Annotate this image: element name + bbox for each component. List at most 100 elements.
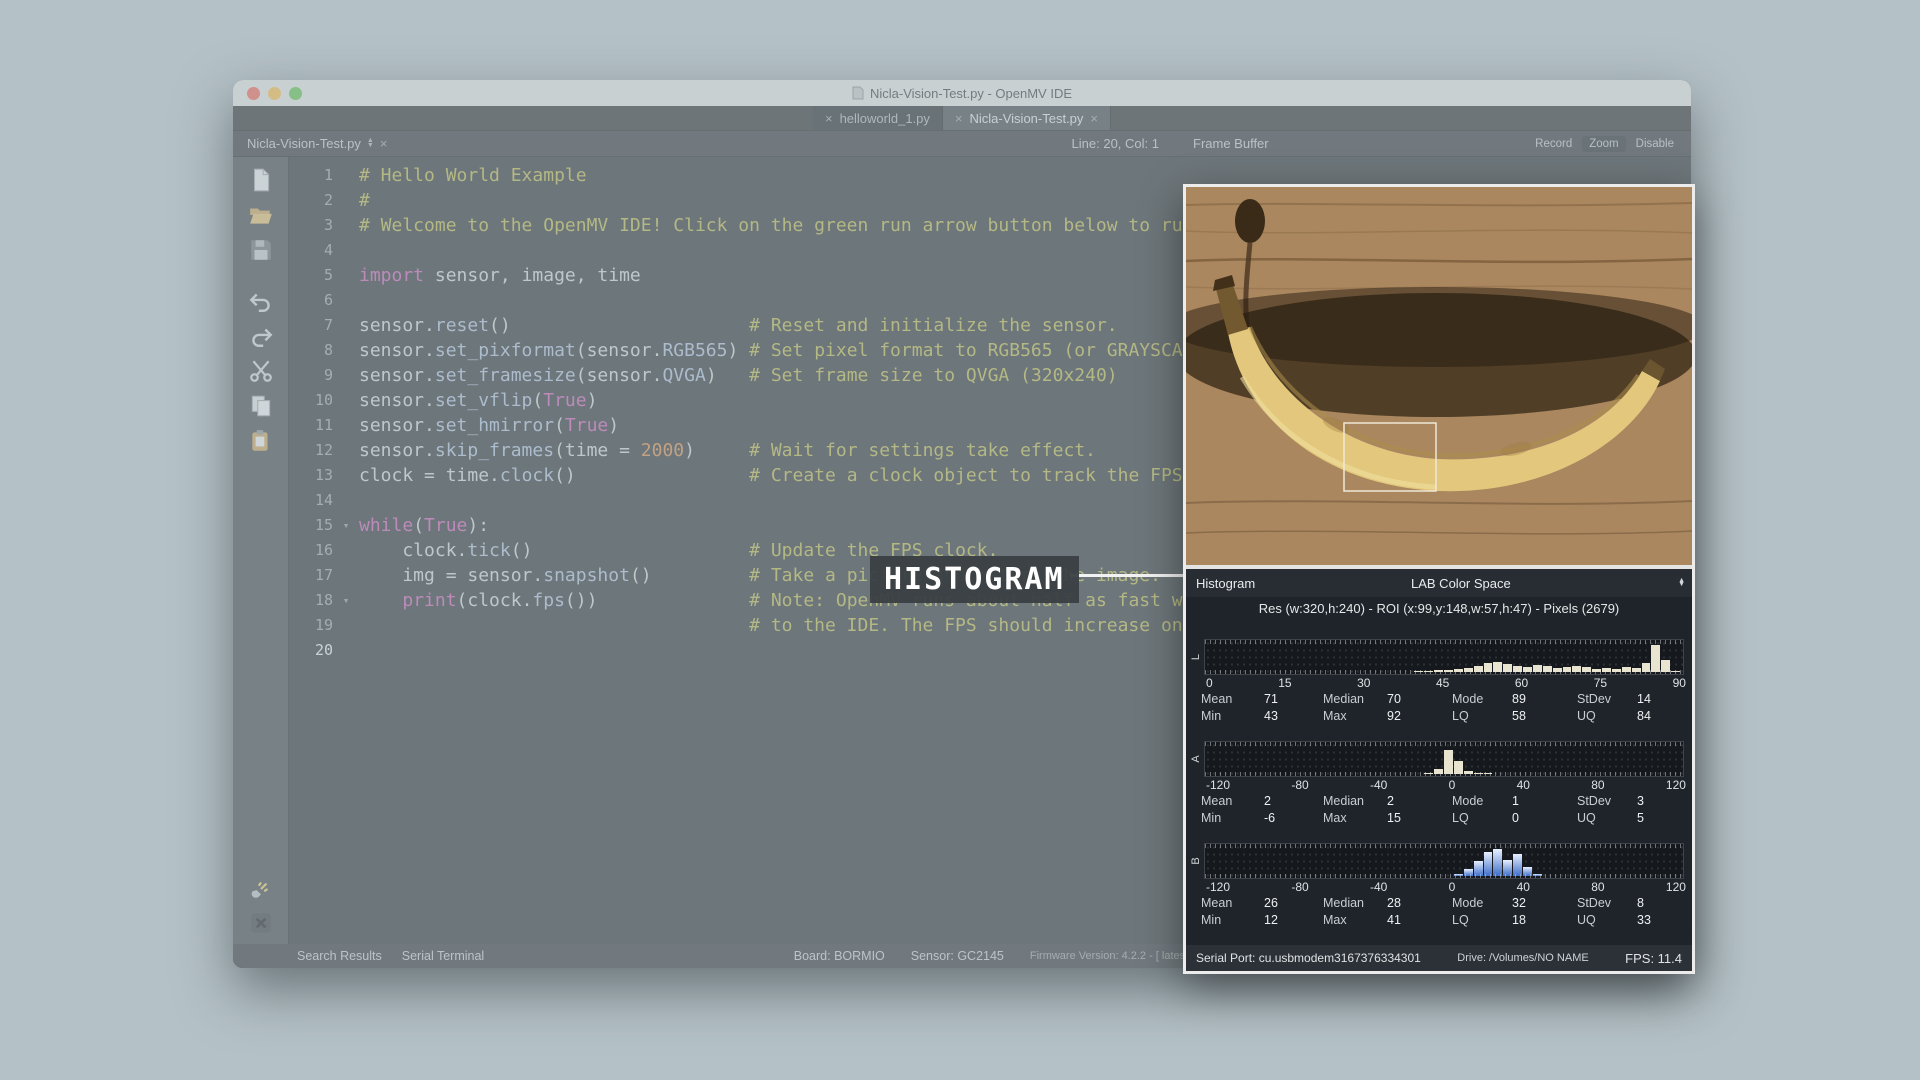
line-number: 6 [289,288,333,313]
document-nav-arrows-icon[interactable]: ▲▼ [367,139,374,147]
close-window-button[interactable] [247,87,260,100]
histogram-plot-B [1204,843,1684,879]
new-file-icon[interactable] [248,167,274,193]
frame-buffer-buttons: Record Zoom Disable [1528,136,1681,152]
histogram-callout-label: HISTOGRAM [870,556,1079,603]
fps-indicator: FPS: 11.4 [1625,951,1682,966]
line-number: 18 [289,588,333,613]
fold-gutter [333,163,359,188]
line-number: 9 [289,363,333,388]
copy-icon[interactable] [248,393,274,419]
side-toolbar-bottom [248,876,274,936]
save-file-icon[interactable] [248,237,274,263]
board-indicator: Board: BORMIO [794,949,885,963]
fold-gutter [333,213,359,238]
tab-helloworld[interactable]: × helloworld_1.py [813,106,943,130]
paste-icon[interactable] [248,428,274,454]
line-number: 1 [289,163,333,188]
cut-icon[interactable] [248,358,274,384]
tab-strip: × helloworld_1.py × Nicla-Vision-Test.py… [813,106,1111,130]
fold-gutter [333,263,359,288]
axis-labels: 0153045607590 [1186,675,1692,690]
minimize-window-button[interactable] [268,87,281,100]
channel-stats: Mean71Median70Mode89StDev14Min43Max92LQ5… [1186,690,1692,725]
line-number: 12 [289,438,333,463]
fold-gutter [333,188,359,213]
channel-stats: Mean26Median28Mode32StDev8Min12Max41LQ18… [1186,894,1692,929]
fold-gutter [333,438,359,463]
fold-marker-icon[interactable]: ▾ [333,588,359,613]
document-selector[interactable]: Nicla-Vision-Test.py ▲▼ × [247,136,387,151]
sensor-indicator: Sensor: GC2145 [911,949,1004,963]
fold-gutter [333,238,359,263]
frame-buffer-toolbar: Frame Buffer Record Zoom Disable [1183,131,1691,156]
histogram-channel-A: A-120-80-4004080120Mean2Median2Mode1StDe… [1186,741,1692,827]
histogram-header: Histogram LAB Color Space ▲▼ [1186,569,1692,597]
search-results-button[interactable]: Search Results [297,949,382,963]
statusbar-center: Board: BORMIO Sensor: GC2145 Firmware Ve… [794,949,1195,963]
fold-gutter [333,413,359,438]
line-number: 16 [289,538,333,563]
line-number: 19 [289,613,333,638]
open-file-icon[interactable] [248,202,274,228]
line-number: 11 [289,413,333,438]
zoom-window-button[interactable] [289,87,302,100]
frame-buffer-image[interactable] [1186,187,1692,565]
line-number: 3 [289,213,333,238]
fold-gutter [333,388,359,413]
close-icon[interactable]: × [825,112,833,125]
connect-icon[interactable] [248,876,274,902]
histogram-title: Histogram [1196,576,1255,591]
tab-label: helloworld_1.py [840,111,930,126]
fold-gutter [333,638,359,663]
colorspace-dropdown[interactable]: LAB Color Space [1411,576,1511,591]
line-col-indicator: Line: 20, Col: 1 [1072,136,1159,151]
tab-nicla-vision-test[interactable]: × Nicla-Vision-Test.py × [943,106,1111,130]
fold-marker-icon[interactable]: ▾ [333,513,359,538]
zoom-button[interactable]: Zoom [1582,136,1625,152]
line-number: 10 [289,388,333,413]
axis-labels: -120-80-4004080120 [1186,879,1692,894]
close-icon[interactable]: × [955,112,963,125]
serial-port-indicator: Serial Port: cu.usbmodem3167376334301 [1196,951,1421,965]
line-number: 20 [289,638,333,663]
line-number: 13 [289,463,333,488]
disable-button[interactable]: Disable [1629,136,1681,152]
disconnect-icon[interactable] [248,910,274,936]
serial-terminal-button[interactable]: Serial Terminal [402,949,484,963]
resolution-roi-info: Res (w:320,h:240) - ROI (x:99,y:148,w:57… [1186,597,1692,621]
window-title-group: Nicla-Vision-Test.py - OpenMV IDE [852,86,1072,101]
channel-label: L [1190,649,1202,665]
document-icon [852,86,864,100]
fold-gutter [333,538,359,563]
undo-icon[interactable] [248,288,274,314]
titlebar[interactable]: Nicla-Vision-Test.py - OpenMV IDE [233,80,1691,106]
colorspace-dropdown-arrows-icon[interactable]: ▲▼ [1678,579,1685,588]
callout-line [1070,574,1188,577]
document-tabbar: × helloworld_1.py × Nicla-Vision-Test.py… [233,106,1691,131]
channel-stats: Mean2Median2Mode1StDev3Min-6Max15LQ0UQ5 [1186,792,1692,827]
statusbar-left: Search Results Serial Terminal [245,949,484,963]
fold-gutter [333,613,359,638]
channel-label: A [1190,751,1202,767]
fold-gutter [333,363,359,388]
histogram-channel-L: L 0153045607590Mean71Median70Mode89StDev1… [1186,639,1692,725]
close-icon[interactable]: × [380,137,388,150]
fold-gutter [333,313,359,338]
histogram-channels: L 0153045607590Mean71Median70Mode89StDev1… [1186,621,1692,945]
editor-toolbar: Nicla-Vision-Test.py ▲▼ × Line: 20, Col:… [233,131,1691,157]
line-number: 17 [289,563,333,588]
panel-footer: Serial Port: cu.usbmodem3167376334301 Dr… [1186,945,1692,971]
close-icon[interactable]: × [1090,112,1098,125]
line-number: 15 [289,513,333,538]
line-number: 7 [289,313,333,338]
fold-gutter [333,463,359,488]
redo-icon[interactable] [248,323,274,349]
drive-indicator: Drive: /Volumes/NO NAME [1421,952,1625,964]
record-button[interactable]: Record [1528,136,1579,152]
histogram-channel-B: B-120-80-4004080120Mean26Median28Mode32S… [1186,843,1692,929]
fold-gutter [333,288,359,313]
fold-gutter [333,338,359,363]
line-number: 5 [289,263,333,288]
line-number: 14 [289,488,333,513]
